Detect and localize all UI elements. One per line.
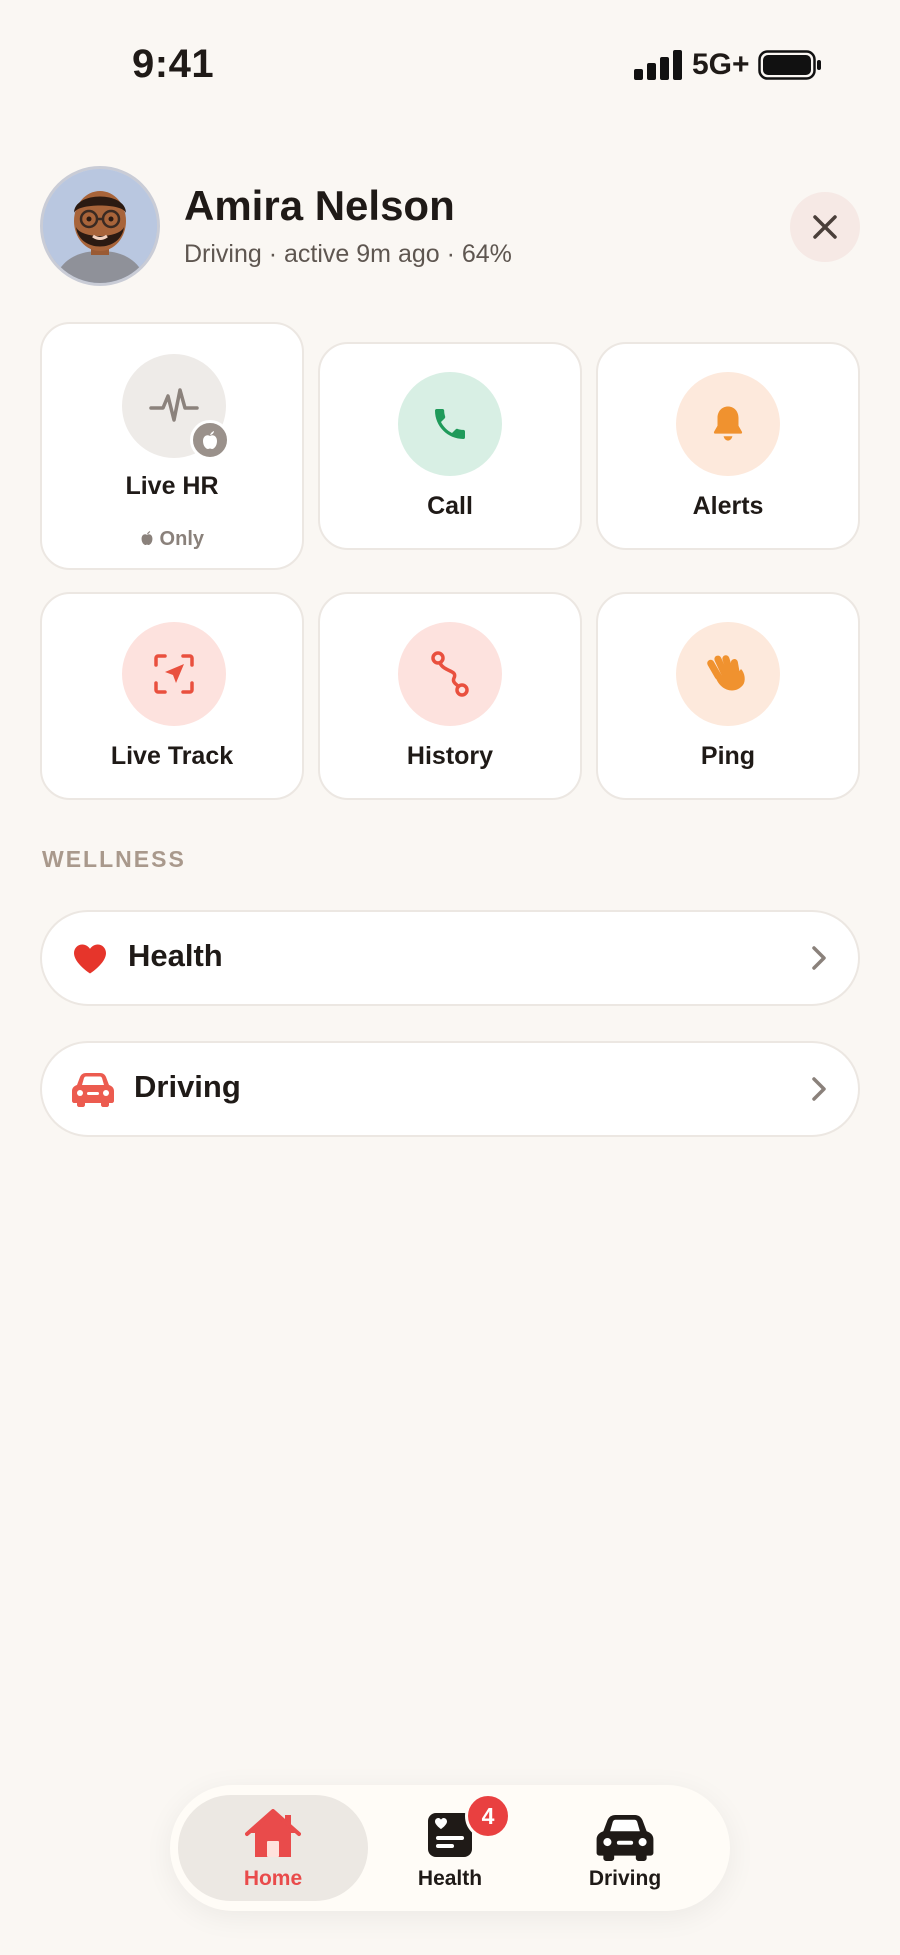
home-icon bbox=[245, 1809, 301, 1857]
driving-row-label: Driving bbox=[134, 1069, 241, 1104]
profile-name: Amira Nelson bbox=[184, 182, 455, 229]
only-text: Only bbox=[159, 528, 204, 550]
driving-row[interactable]: Driving bbox=[40, 1041, 860, 1137]
signal-icon bbox=[634, 50, 682, 80]
avatar bbox=[40, 166, 160, 286]
live-hr-label: Live HR bbox=[125, 472, 219, 500]
live-track-icon-circle bbox=[122, 622, 226, 726]
call-card[interactable]: Call bbox=[318, 342, 582, 550]
car-icon bbox=[596, 1815, 654, 1861]
alerts-icon-circle bbox=[676, 372, 780, 476]
live-track-label: Live Track bbox=[110, 742, 234, 770]
call-icon-circle bbox=[398, 372, 502, 476]
ping-card[interactable]: Ping bbox=[596, 592, 860, 800]
apple-badge bbox=[190, 420, 230, 460]
history-label: History bbox=[406, 742, 494, 770]
network-type: 5G+ bbox=[692, 48, 750, 81]
status-time: 9:41 bbox=[132, 42, 215, 86]
heart-rate-icon bbox=[149, 388, 199, 422]
tab-home[interactable]: Home bbox=[178, 1795, 368, 1901]
ping-icon-circle bbox=[676, 622, 780, 726]
chevron-right-icon bbox=[812, 1077, 826, 1101]
status-bar: 9:41 5G+ bbox=[0, 0, 900, 130]
wellness-section-title: WELLNESS bbox=[42, 846, 186, 872]
history-card[interactable]: History bbox=[318, 592, 582, 800]
chevron-right-icon bbox=[812, 946, 826, 970]
call-label: Call bbox=[427, 492, 473, 520]
apple-icon bbox=[203, 431, 217, 449]
health-row[interactable]: Health bbox=[40, 910, 860, 1006]
avatar-illustration bbox=[43, 169, 157, 283]
apple-icon bbox=[141, 531, 153, 545]
ping-label: Ping bbox=[700, 742, 756, 770]
tab-bar: Home 4 Health Driving bbox=[170, 1785, 730, 1911]
tab-driving[interactable]: Driving bbox=[530, 1795, 720, 1901]
history-icon-circle bbox=[398, 622, 502, 726]
waving-hand-icon bbox=[707, 655, 745, 691]
phone-icon bbox=[435, 409, 465, 439]
live-hr-card[interactable]: Live HR Only bbox=[40, 322, 304, 570]
profile-status: Driving · active 9m ago · 64% bbox=[184, 240, 512, 268]
live-track-card[interactable]: Live Track bbox=[40, 592, 304, 800]
health-notification-badge: 4 bbox=[465, 1793, 511, 1839]
car-icon bbox=[72, 1073, 114, 1107]
close-icon bbox=[813, 215, 837, 239]
tab-driving-label: Driving bbox=[588, 1867, 662, 1890]
tab-health-label: Health bbox=[417, 1867, 483, 1890]
tab-health[interactable]: 4 Health bbox=[355, 1793, 545, 1901]
route-icon bbox=[431, 651, 469, 697]
apple-only-label: Only bbox=[42, 528, 302, 551]
tab-home-label: Home bbox=[243, 1867, 303, 1890]
heart-icon bbox=[74, 944, 106, 974]
location-arrow-icon bbox=[154, 654, 194, 694]
health-row-label: Health bbox=[128, 938, 223, 973]
battery-icon bbox=[758, 50, 821, 80]
bell-icon bbox=[713, 406, 743, 441]
alerts-card[interactable]: Alerts bbox=[596, 342, 860, 550]
close-button[interactable] bbox=[790, 192, 860, 262]
alerts-label: Alerts bbox=[692, 492, 764, 520]
